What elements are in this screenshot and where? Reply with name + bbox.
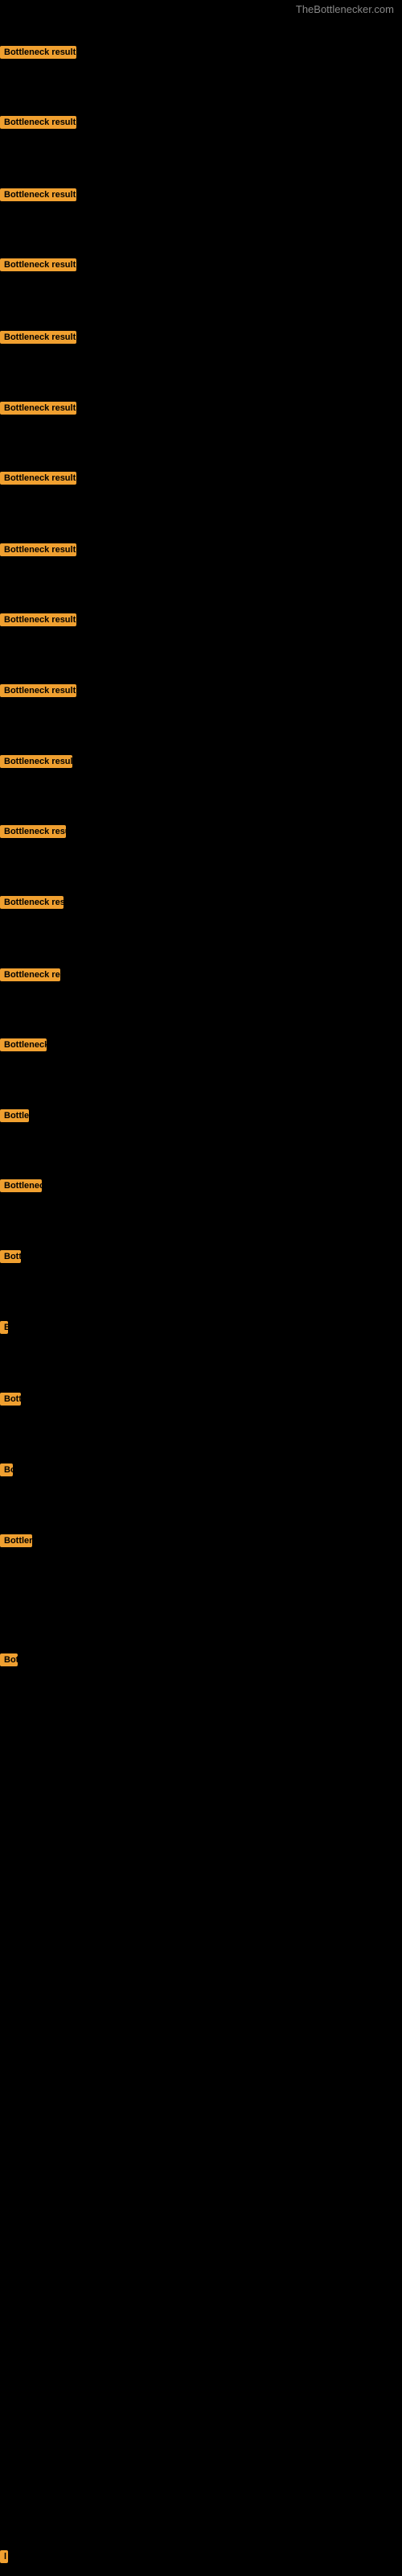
bottleneck-badge: Bottleneck result (0, 613, 76, 626)
bottleneck-badge: Bottleneck result (0, 258, 76, 271)
bottleneck-badge: B (0, 1321, 8, 1334)
bottleneck-badge-item: Bottleneck (0, 1038, 47, 1055)
bottleneck-badge-item: B (0, 1321, 8, 1338)
bottleneck-badge: Bottleneck result (0, 188, 76, 201)
bottleneck-badge-item: Bottleneck resu (0, 896, 64, 913)
bottleneck-badge: Bo (0, 1463, 13, 1476)
bottleneck-badge-item: Bottleneck result (0, 188, 76, 205)
bottleneck-badge: Bottleneck resu (0, 825, 66, 838)
bottleneck-badge: Bottler (0, 1534, 32, 1547)
bottleneck-badge-item: Bottleneck result (0, 402, 76, 419)
bottleneck-badge: Bott (0, 1393, 21, 1406)
bottleneck-badge-item: Bottler (0, 1534, 32, 1551)
bottleneck-badge-item: Bottlenec (0, 1179, 42, 1196)
bottleneck-badge: Bottleneck result (0, 684, 76, 697)
bottleneck-badge-item: Bott (0, 1250, 21, 1267)
bottleneck-badge-item: Bott (0, 1393, 21, 1410)
bottleneck-badge-item: Bottleneck result (0, 258, 76, 275)
bottleneck-badge-item: Bottle (0, 1109, 29, 1126)
bottleneck-badge-item: Bot (0, 1653, 18, 1670)
bottleneck-badge: Bottleneck res (0, 968, 60, 981)
bottleneck-badge: l (0, 2550, 8, 2563)
bottleneck-badge: Bottleneck result (0, 116, 76, 129)
bottleneck-badge-item: Bottleneck result (0, 613, 76, 630)
bottleneck-badge-item: Bottleneck result (0, 46, 76, 63)
bottleneck-badge-item: Bottleneck result (0, 543, 76, 560)
bottleneck-badge-item: Bottleneck result (0, 331, 76, 348)
bottleneck-badge: Bottleneck result (0, 331, 76, 344)
bottleneck-badge: Bott (0, 1250, 21, 1263)
bottleneck-badge-item: Bottleneck resu (0, 825, 66, 842)
bottleneck-badge: Bottleneck result (0, 543, 76, 556)
bottleneck-badge: Bottle (0, 1109, 29, 1122)
bottleneck-badge-item: l (0, 2550, 8, 2567)
bottleneck-badge: Bottleneck result (0, 472, 76, 485)
bottleneck-badge: Bottleneck result (0, 755, 72, 768)
bottleneck-badge: Bottleneck resu (0, 896, 64, 909)
bottleneck-badge-item: Bottleneck result (0, 684, 76, 701)
bottleneck-badge-item: Bottleneck result (0, 755, 72, 772)
bottleneck-badge-item: Bottleneck res (0, 968, 60, 985)
bottleneck-badge-item: Bottleneck result (0, 472, 76, 489)
bottleneck-badge: Bottleneck result (0, 46, 76, 59)
bottleneck-badge: Bottleneck (0, 1038, 47, 1051)
site-title: TheBottlenecker.com (296, 3, 394, 15)
bottleneck-badge-item: Bo (0, 1463, 13, 1480)
bottleneck-badge-item: Bottleneck result (0, 116, 76, 133)
bottleneck-badge: Bottlenec (0, 1179, 42, 1192)
bottleneck-badge: Bot (0, 1653, 18, 1666)
bottleneck-badge: Bottleneck result (0, 402, 76, 415)
